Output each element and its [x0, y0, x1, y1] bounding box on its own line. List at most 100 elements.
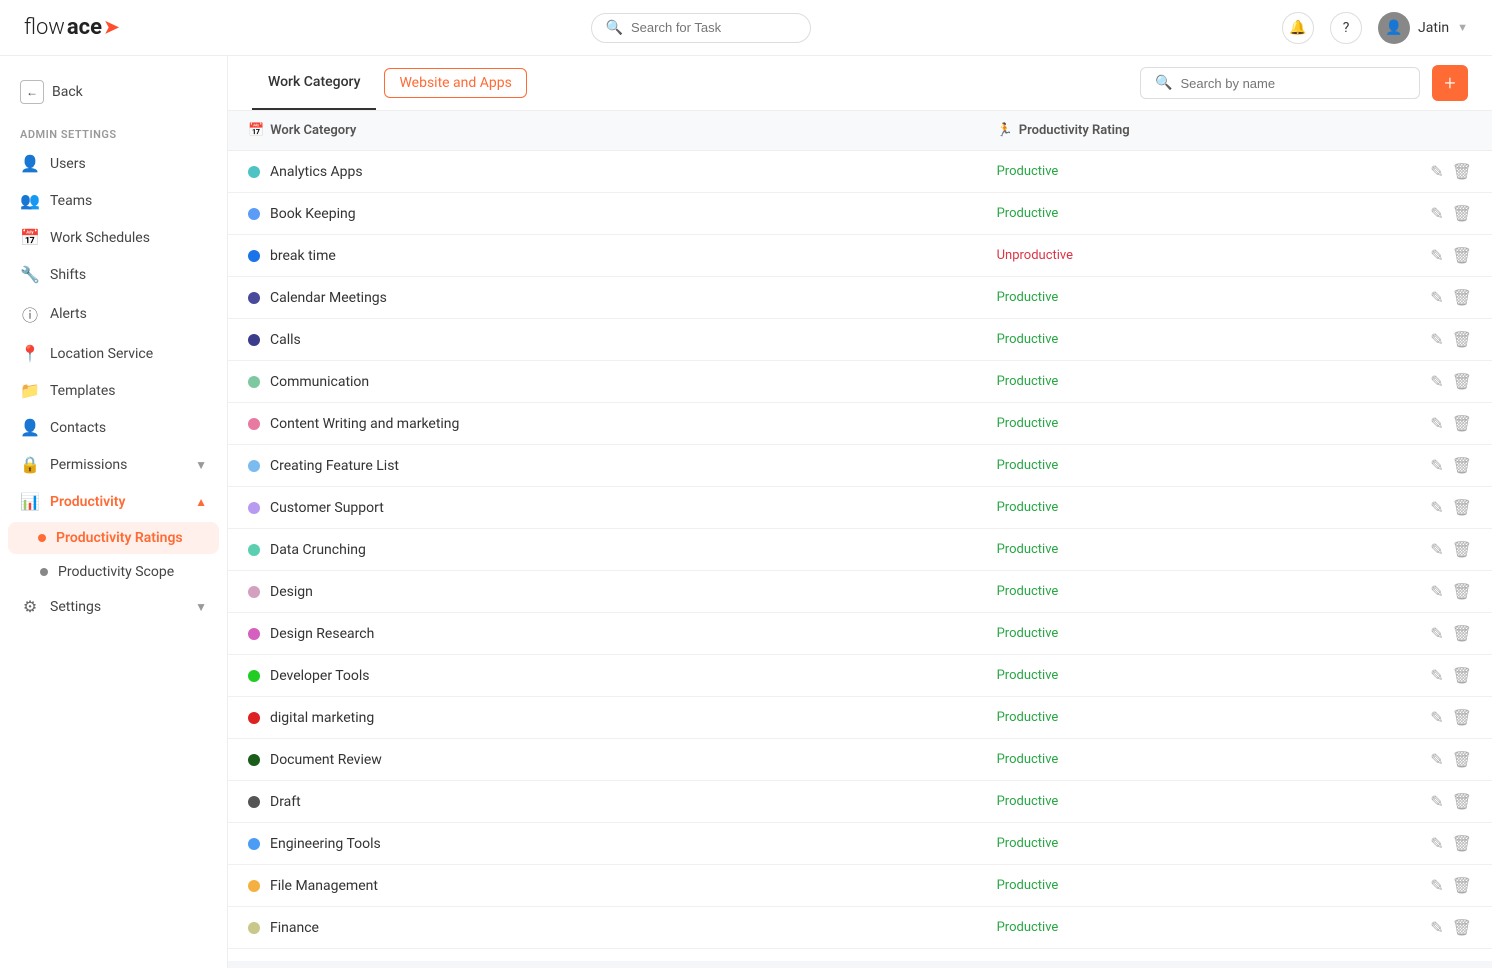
category-cell-0: Analytics Apps — [228, 151, 977, 193]
col-productivity-rating: 🏃 Productivity Rating — [977, 111, 1492, 151]
avatar: 👤 — [1378, 12, 1410, 44]
edit-icon-3[interactable]: ✎ — [1430, 288, 1443, 307]
delete-icon-1[interactable]: 🗑 — [1452, 204, 1472, 223]
work-category-table: 📅 Work Category 🏃 Productivity Rating — [228, 111, 1492, 961]
edit-icon-19[interactable]: ✎ — [1430, 960, 1443, 961]
table-row: digital marketing Productive ✎ 🗑 — [228, 697, 1492, 739]
table-row: Analytics Apps Productive ✎ 🗑 — [228, 151, 1492, 193]
category-cell-2: break time — [228, 235, 977, 277]
sidebar-item-templates[interactable]: 📁 Templates — [0, 372, 227, 409]
edit-icon-7[interactable]: ✎ — [1430, 456, 1443, 475]
tab-website-and-apps[interactable]: Website and Apps — [384, 68, 526, 98]
sub-item-productivity-scope[interactable]: Productivity Scope — [0, 556, 227, 588]
delete-icon-16[interactable]: 🗑 — [1452, 834, 1472, 853]
table-row: Book Keeping Productive ✎ 🗑 — [228, 193, 1492, 235]
templates-icon: 📁 — [20, 381, 40, 400]
add-button[interactable]: + — [1432, 65, 1468, 101]
delete-icon-2[interactable]: 🗑 — [1452, 246, 1472, 265]
delete-icon-6[interactable]: 🗑 — [1452, 414, 1472, 433]
sidebar-item-location-service[interactable]: 📍 Location Service — [0, 335, 227, 372]
sub-item-productivity-ratings[interactable]: Productivity Ratings — [8, 522, 219, 554]
delete-icon-4[interactable]: 🗑 — [1452, 330, 1472, 349]
user-menu[interactable]: 👤 Jatin ▼ — [1378, 12, 1468, 44]
settings-chevron-icon: ▼ — [195, 600, 207, 614]
delete-icon-18[interactable]: 🗑 — [1452, 918, 1472, 937]
delete-icon-7[interactable]: 🗑 — [1452, 456, 1472, 475]
edit-icon-4[interactable]: ✎ — [1430, 330, 1443, 349]
sidebar-item-permissions[interactable]: 🔒 Permissions ▼ — [0, 446, 227, 483]
work-category-col-icon: 📅 — [248, 123, 264, 138]
delete-icon-15[interactable]: 🗑 — [1452, 792, 1472, 811]
tab-work-category[interactable]: Work Category — [252, 56, 376, 110]
sidebar-shifts-label: Shifts — [50, 267, 86, 283]
edit-icon-18[interactable]: ✎ — [1430, 918, 1443, 937]
edit-icon-16[interactable]: ✎ — [1430, 834, 1443, 853]
back-button[interactable]: ← Back — [0, 72, 227, 112]
rating-cell-17: Productive ✎ 🗑 — [977, 865, 1492, 907]
category-color-dot-11 — [248, 628, 260, 640]
sidebar-item-work-schedules[interactable]: 📅 Work Schedules — [0, 219, 227, 256]
rating-value-17: Productive — [997, 878, 1059, 893]
sidebar-item-settings[interactable]: ⚙ Settings ▼ — [0, 588, 227, 625]
delete-icon-12[interactable]: 🗑 — [1452, 666, 1472, 685]
settings-icon: ⚙ — [20, 597, 40, 616]
edit-icon-6[interactable]: ✎ — [1430, 414, 1443, 433]
search-name-box[interactable]: 🔍 — [1140, 67, 1420, 99]
table-row: Calendar Meetings Productive ✎ 🗑 — [228, 277, 1492, 319]
category-color-dot-3 — [248, 292, 260, 304]
delete-icon-17[interactable]: 🗑 — [1452, 876, 1472, 895]
rating-value-1: Productive — [997, 206, 1059, 221]
edit-icon-17[interactable]: ✎ — [1430, 876, 1443, 895]
rating-value-0: Productive — [997, 164, 1059, 179]
category-color-dot-0 — [248, 166, 260, 178]
delete-icon-3[interactable]: 🗑 — [1452, 288, 1472, 307]
sidebar-item-contacts[interactable]: 👤 Contacts — [0, 409, 227, 446]
delete-icon-8[interactable]: 🗑 — [1452, 498, 1472, 517]
username-label: Jatin — [1418, 20, 1449, 36]
productivity-rating-col-label: Productivity Rating — [1019, 123, 1130, 138]
shifts-icon: 🔧 — [20, 265, 40, 284]
help-btn[interactable]: ? — [1330, 12, 1362, 44]
rating-value-16: Productive — [997, 836, 1059, 851]
notifications-btn[interactable]: 🔔 — [1282, 12, 1314, 44]
category-name-13: digital marketing — [270, 710, 374, 726]
edit-icon-5[interactable]: ✎ — [1430, 372, 1443, 391]
edit-icon-8[interactable]: ✎ — [1430, 498, 1443, 517]
rating-value-2: Unproductive — [997, 248, 1073, 263]
edit-icon-2[interactable]: ✎ — [1430, 246, 1443, 265]
category-cell-19: Grammarly — [228, 949, 977, 962]
edit-icon-0[interactable]: ✎ — [1430, 162, 1443, 181]
delete-icon-5[interactable]: 🗑 — [1452, 372, 1472, 391]
edit-icon-11[interactable]: ✎ — [1430, 624, 1443, 643]
edit-icon-9[interactable]: ✎ — [1430, 540, 1443, 559]
edit-icon-15[interactable]: ✎ — [1430, 792, 1443, 811]
search-name-input[interactable] — [1180, 76, 1400, 91]
sidebar-item-shifts[interactable]: 🔧 Shifts — [0, 256, 227, 293]
topnav-right: 🔔 ? 👤 Jatin ▼ — [1282, 12, 1468, 44]
delete-icon-9[interactable]: 🗑 — [1452, 540, 1472, 559]
delete-icon-10[interactable]: 🗑 — [1452, 582, 1472, 601]
admin-settings-label: ADMIN SETTINGS — [0, 120, 227, 145]
productivity-ratings-dot — [38, 534, 46, 542]
table-row: Design Research Productive ✎ 🗑 — [228, 613, 1492, 655]
delete-icon-0[interactable]: 🗑 — [1452, 162, 1472, 181]
delete-icon-11[interactable]: 🗑 — [1452, 624, 1472, 643]
search-task-box[interactable]: 🔍 — [591, 13, 811, 43]
productivity-rating-col-icon: 🏃 — [997, 123, 1013, 138]
edit-icon-12[interactable]: ✎ — [1430, 666, 1443, 685]
search-task-input[interactable] — [631, 20, 791, 35]
sidebar-item-teams[interactable]: 👥 Teams — [0, 182, 227, 219]
edit-icon-1[interactable]: ✎ — [1430, 204, 1443, 223]
sidebar-item-users[interactable]: 👤 Users — [0, 145, 227, 182]
table-header: 📅 Work Category 🏃 Productivity Rating — [228, 111, 1492, 151]
rating-cell-19: Productive ✎ 🗑 — [977, 949, 1492, 962]
sidebar-item-alerts[interactable]: ⓘ Alerts — [0, 293, 227, 335]
edit-icon-13[interactable]: ✎ — [1430, 708, 1443, 727]
edit-icon-14[interactable]: ✎ — [1430, 750, 1443, 769]
delete-icon-19[interactable]: 🗑 — [1452, 960, 1472, 961]
sidebar-item-productivity[interactable]: 📊 Productivity ▲ — [0, 483, 227, 520]
delete-icon-13[interactable]: 🗑 — [1452, 708, 1472, 727]
rating-cell-1: Productive ✎ 🗑 — [977, 193, 1492, 235]
delete-icon-14[interactable]: 🗑 — [1452, 750, 1472, 769]
edit-icon-10[interactable]: ✎ — [1430, 582, 1443, 601]
